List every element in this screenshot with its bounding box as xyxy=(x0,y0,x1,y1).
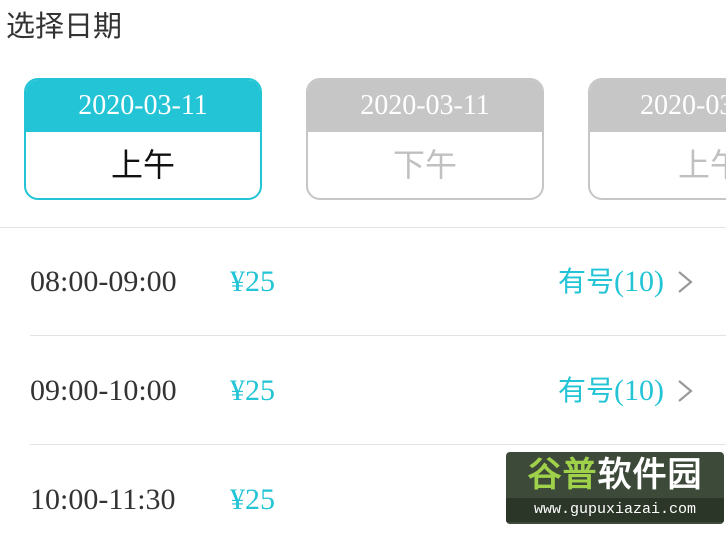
watermark-logo-text-b: 软件园 xyxy=(597,455,703,495)
chevron-right-icon[interactable] xyxy=(674,379,696,403)
slot-time: 10:00-11:30 xyxy=(30,483,176,516)
time-slot-row[interactable]: 09:00-10:00 ¥25 有号(10) xyxy=(0,337,726,445)
watermark-logo-text: 谷普软件园 xyxy=(506,452,724,498)
slot-availability-count: (10) xyxy=(614,374,664,407)
watermark-url: www.gupuxiazai.com xyxy=(506,498,724,522)
watermark-logo: 谷普软件园 www.gupuxiazai.com xyxy=(506,452,724,524)
date-card-0[interactable]: 2020-03-11 上午 xyxy=(24,78,262,200)
date-card-period: 下午 xyxy=(392,146,457,184)
time-slot-row[interactable]: 08:00-09:00 ¥25 有号(10) xyxy=(0,228,726,336)
date-card-date: 2020-03-11 xyxy=(26,80,260,132)
slot-availability: 有号(10) xyxy=(558,228,664,336)
page-title: 选择日期 xyxy=(6,9,123,43)
slot-price: ¥25 xyxy=(230,483,275,516)
date-card-period: 上午 xyxy=(678,146,726,184)
date-card-period: 上午 xyxy=(110,146,175,184)
date-card-1[interactable]: 2020-03-11 下午 xyxy=(306,78,544,200)
date-selector: 2020-03-11 上午 2020-03-11 下午 2020-03-12 上… xyxy=(0,78,726,206)
chevron-right-icon[interactable] xyxy=(674,270,696,294)
slot-time: 08:00-09:00 xyxy=(30,265,177,298)
watermark-logo-text-a: 谷普 xyxy=(527,455,598,495)
date-card-date: 2020-03-11 xyxy=(308,80,542,132)
date-card-date: 2020-03-12 xyxy=(590,80,726,132)
slot-time: 09:00-10:00 xyxy=(30,374,177,407)
slot-price: ¥25 xyxy=(230,265,275,298)
slot-availability-label: 有号 xyxy=(558,265,615,298)
slot-availability-count: (10) xyxy=(614,265,664,298)
row-divider xyxy=(30,335,726,336)
row-divider xyxy=(30,444,726,445)
slot-availability-label: 有号 xyxy=(558,374,615,407)
slot-price: ¥25 xyxy=(230,374,275,407)
date-card-2[interactable]: 2020-03-12 上午 xyxy=(588,78,726,200)
slot-availability: 有号(10) xyxy=(558,337,664,445)
